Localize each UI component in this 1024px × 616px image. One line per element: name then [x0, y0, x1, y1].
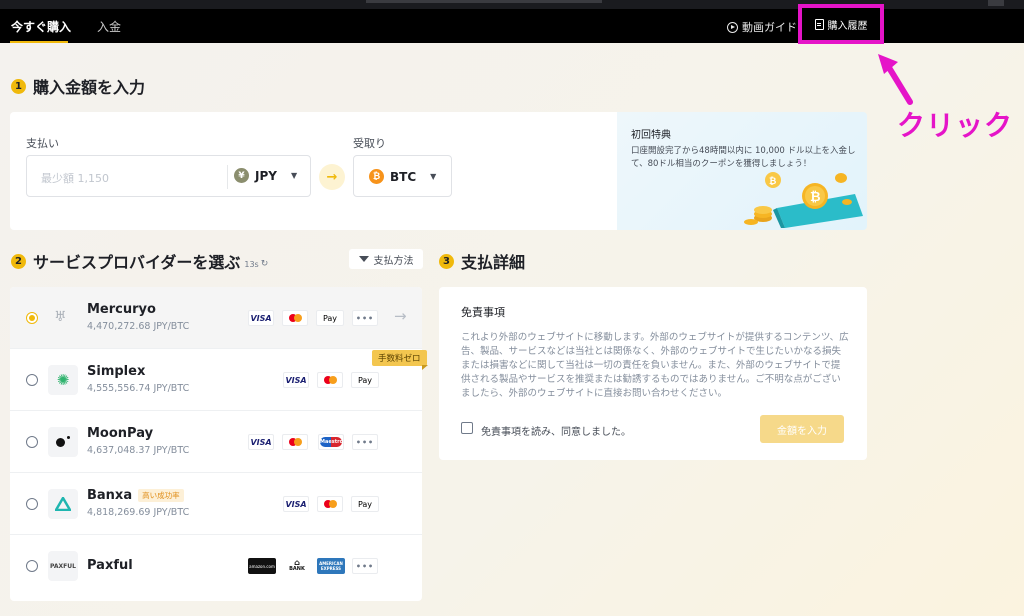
play-icon [727, 21, 738, 33]
step3-number: 3 [439, 253, 454, 269]
agree-checkbox[interactable] [461, 422, 473, 434]
moonpay-logo-icon [48, 427, 78, 457]
pay-amount-placeholder: 最少額 1,150 [41, 172, 109, 185]
mastercard-icon [317, 372, 343, 388]
chevron-down-icon: ▼ [430, 172, 437, 181]
provider-row-moonpay[interactable]: MoonPay 4,637,048.37 JPY/BTC VISA Maestr… [10, 411, 422, 473]
step2-number: 2 [11, 253, 26, 269]
enter-amount-button[interactable]: 金額を入力 [760, 415, 844, 443]
mastercard-icon [317, 496, 343, 512]
more-payments-icon[interactable]: ••• [352, 434, 378, 450]
provider-row-mercuryo[interactable]: ♅ Mercuryo 4,470,272.68 JPY/BTC VISA Pay… [10, 287, 422, 349]
more-payments-icon[interactable]: ••• [352, 558, 378, 574]
pay-currency: JPY [255, 168, 277, 183]
payment-method-filter[interactable]: 支払方法 [349, 249, 423, 269]
provider-name: Simplex [87, 364, 146, 379]
more-payments-icon[interactable]: ••• [352, 310, 378, 326]
step3-heading: 3 支払詳細 [439, 249, 525, 273]
provider-radio-selected[interactable] [26, 312, 38, 324]
badge-fold [422, 365, 428, 370]
promo-banner[interactable]: 初回特典 口座開設完了から48時間以内に 10,000 ドル以上を入金して、80… [617, 112, 867, 230]
tab-buy-now[interactable]: 今すぐ購入 [11, 18, 71, 35]
provider-row-paxful[interactable]: PAXFUL Paxful amazon.com ⌂ BANK AMERICAN E… [10, 535, 422, 597]
provider-rate: 4,818,269.69 JPY/BTC [87, 507, 190, 518]
provider-name: MoonPay [87, 426, 154, 441]
step3-title: 支払詳細 [461, 253, 526, 272]
receive-currency: BTC [390, 169, 417, 184]
filter-label: 支払方法 [373, 255, 414, 267]
mercuryo-logo-icon: ♅ [54, 309, 67, 325]
simplex-logo-icon: ✺ [48, 365, 78, 395]
svg-text:₿: ₿ [769, 176, 776, 187]
video-guide-link[interactable]: 動画ガイド [727, 19, 797, 35]
tab-deposit[interactable]: 入金 [97, 18, 121, 35]
provider-row-banxa[interactable]: Banxa 高い成功率 4,818,269.69 JPY/BTC VISA Pay [10, 473, 422, 535]
provider-radio[interactable] [26, 374, 38, 386]
pay-amount-input[interactable]: 最少額 1,150 ¥ JPY ▼ [26, 155, 311, 197]
refresh-icon[interactable]: ↻ [261, 259, 269, 269]
visa-icon: VISA [248, 434, 274, 450]
receive-label: 受取り [353, 137, 386, 150]
agree-label: 免責事項を読み、同意しました。 [481, 427, 631, 438]
btc-icon: ₿ [369, 169, 384, 184]
provider-radio[interactable] [26, 560, 38, 572]
disclaimer-title: 免責事項 [461, 306, 505, 319]
jpy-icon: ¥ [234, 168, 249, 183]
provider-radio[interactable] [26, 436, 38, 448]
filter-icon [358, 256, 369, 262]
step1-title: 購入金額を入力 [33, 78, 146, 97]
high-success-tag: 高い成功率 [138, 489, 184, 502]
banxa-logo-icon [48, 489, 78, 519]
provider-radio[interactable] [26, 498, 38, 510]
annotation-arrow-icon [878, 54, 913, 105]
step1-heading: 1 購入金額を入力 [11, 74, 145, 98]
amex-icon: AMERICAN EXPRESS [317, 558, 345, 574]
visa-icon: VISA [283, 372, 309, 388]
bank-icon: ⌂ BANK [286, 558, 308, 574]
visa-icon: VISA [283, 496, 309, 512]
provider-name: Paxful [87, 558, 133, 573]
document-icon [814, 18, 824, 30]
promo-title: 初回特典 [631, 130, 671, 141]
step2-title: サービスプロバイダーを選ぶ [33, 253, 241, 272]
provider-name: Mercuryo [87, 302, 156, 317]
provider-rate: 4,470,272.68 JPY/BTC [87, 321, 190, 332]
amazon-pay-icon: amazon.com [248, 558, 276, 574]
provider-list: ♅ Mercuryo 4,470,272.68 JPY/BTC VISA Pay… [10, 287, 422, 601]
coins-illustration: ₿ ₿ [744, 172, 863, 228]
provider-rate: 4,555,556.74 JPY/BTC [87, 383, 190, 394]
purchase-history-button[interactable]: 購入履歴 [798, 4, 884, 44]
provider-row-simplex[interactable]: ✺ Simplex 4,555,556.74 JPY/BTC VISA Pay [10, 349, 422, 411]
svg-text:₿: ₿ [810, 190, 821, 205]
purchase-history-label: 購入履歴 [827, 20, 868, 32]
maestro-icon: Maestro [318, 434, 344, 450]
provider-rate: 4,637,048.37 JPY/BTC [87, 445, 190, 456]
pay-label: 支払い [26, 137, 59, 150]
arrow-right-icon: → [319, 164, 345, 190]
apple-pay-icon: Pay [351, 372, 379, 388]
step2-heading: 2 サービスプロバイダーを選ぶ 13s ↻ [11, 249, 268, 273]
active-tab-indicator [10, 41, 68, 43]
provider-name: Banxa [87, 488, 133, 503]
arrow-right-icon: → [394, 307, 407, 325]
mastercard-icon [282, 434, 308, 450]
paxful-logo-icon: PAXFUL [48, 551, 78, 581]
pay-currency-select[interactable]: ¥ JPY ▼ [234, 168, 297, 183]
video-guide-label: 動画ガイド [742, 21, 797, 34]
step1-number: 1 [11, 78, 26, 94]
apple-pay-icon: Pay [351, 496, 379, 512]
click-annotation: クリック [897, 109, 1014, 142]
refresh-timer: 13s [244, 259, 259, 269]
receive-currency-select[interactable]: ₿ BTC ▼ [353, 155, 452, 197]
payment-details-card: 免責事項 これより外部のウェブサイトに移動します。外部のウェブサイトが提供するコ… [439, 287, 867, 460]
mastercard-icon [282, 310, 308, 326]
chevron-down-icon: ▼ [290, 171, 298, 180]
provider-name-wrap: Banxa 高い成功率 [87, 488, 184, 503]
zero-fee-badge: 手数料ゼロ [372, 350, 427, 366]
apple-pay-icon: Pay [316, 310, 344, 326]
visa-icon: VISA [248, 310, 274, 326]
amount-card: 支払い 最少額 1,150 ¥ JPY ▼ → 受取り ₿ BTC ▼ [10, 112, 618, 230]
disclaimer-text: これより外部のウェブサイトに移動します。外部のウェブサイトが提供するコンテンツ、… [461, 332, 849, 399]
